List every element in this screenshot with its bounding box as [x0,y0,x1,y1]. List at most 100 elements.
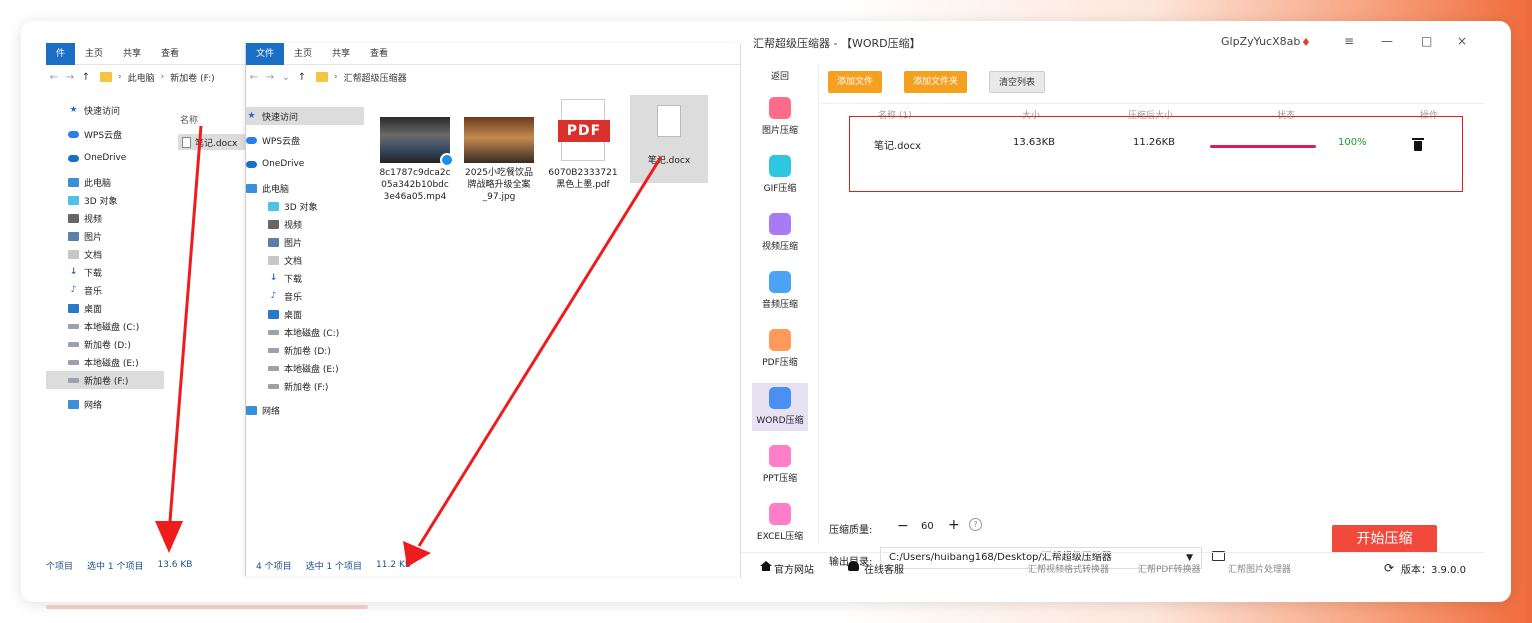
add-file-button[interactable]: 添加文件 [828,71,883,93]
back-button[interactable]: 返回 [741,69,819,82]
navigation-pane: ★ 快速访问 WPS云盘 OneDrive 此电脑 3D 对象 视频 图片 文档 ↓ 下载 ♪ 音乐 桌面… [46,95,164,413]
nav-item[interactable]: ♪ 音乐 [246,287,364,305]
ribbon-tab-home[interactable]: 主页 [75,43,113,65]
nav-item[interactable]: 本地磁盘 (C:) [46,317,164,335]
quality-value[interactable]: 60 [921,521,934,532]
sidebar-item[interactable]: 图片压缩 [752,93,808,141]
nav-item[interactable]: 本地磁盘 (E:) [46,353,164,371]
support-agent-icon[interactable] [848,561,859,571]
ribbon-tab-view[interactable]: 查看 [151,43,189,65]
nav-item[interactable]: 此电脑 [46,173,164,191]
menu-icon[interactable]: ≡ [1344,34,1354,48]
sidebar-item[interactable]: WORD压缩 [752,383,808,431]
nav-item[interactable]: 图片 [46,227,164,245]
minimize-icon[interactable]: — [1381,34,1393,48]
recent-dropdown-icon[interactable]: ⌄ [278,72,294,83]
disk-icon [68,341,79,347]
nav-item-label: 文档 [284,256,303,267]
nav-item[interactable]: 图片 [246,233,364,251]
forward-arrow-icon[interactable]: → [262,72,278,83]
ribbon-tabs: 件 主页 共享 查看 [46,43,251,65]
quality-decrease-button[interactable]: − [897,518,909,534]
ribbon-tab-view[interactable]: 查看 [360,43,398,65]
file-item-video[interactable]: 8c1787c9dca2c 05a342b10bdc 3e46a05.mp4 [376,117,454,203]
nav-item[interactable]: 此电脑 [246,179,364,197]
nav-item[interactable]: OneDrive [246,155,364,173]
nav-item[interactable]: 3D 对象 [246,197,364,215]
back-arrow-icon[interactable]: ← [46,72,62,83]
nav-item[interactable]: OneDrive [46,149,164,167]
explorer-window-right: 文件 主页 共享 查看 ← → ⌄ ↑ › 汇帮超级压缩器 ★ 快速访问 WPS云盘… [245,43,740,576]
ribbon-tab-share[interactable]: 共享 [322,43,360,65]
status-size: 11.2 KB [376,560,412,570]
nav-item[interactable]: 新加卷 (F:) [46,371,164,389]
up-arrow-icon[interactable]: ↑ [294,72,310,83]
sidebar-item[interactable]: GIF压缩 [752,151,808,199]
nav-item[interactable]: 3D 对象 [46,191,164,209]
nav-item[interactable]: 本地磁盘 (C:) [246,323,364,341]
clear-list-button[interactable]: 清空列表 [989,71,1046,93]
forward-arrow-icon[interactable]: → [62,72,78,83]
nav-item[interactable]: 视频 [246,215,364,233]
file-item-selected[interactable]: 笔记.docx [178,134,251,150]
breadcrumb-this-pc[interactable]: 此电脑 [128,71,155,84]
file-item-pdf[interactable]: PDF 6070B2333721 黑色上墨.pdf [544,99,622,191]
up-arrow-icon[interactable]: ↑ [78,72,94,83]
back-arrow-icon[interactable]: ← [246,72,262,83]
quality-increase-button[interactable]: + [948,517,960,533]
breadcrumb-folder[interactable]: 汇帮超级压缩器 [344,71,407,84]
address-bar[interactable]: ← → ⌄ ↑ › 汇帮超级压缩器 [246,65,740,89]
nav-item[interactable]: 网络 [246,401,364,419]
nav-item[interactable]: 新加卷 (D:) [246,341,364,359]
pdf-converter-link[interactable]: 汇帮PDF转换器 [1138,562,1201,575]
nav-item[interactable]: ★ 快速访问 [46,101,164,119]
nav-item[interactable]: 新加卷 (D:) [46,335,164,353]
nav-item[interactable]: 网络 [46,395,164,413]
nav-item[interactable]: 桌面 [246,305,364,323]
nav-item-label: 新加卷 (D:) [284,346,331,357]
nav-item[interactable]: ↓ 下载 [246,269,364,287]
sidebar-item[interactable]: 视频压缩 [752,209,808,257]
maximize-icon[interactable]: □ [1421,34,1432,48]
sidebar-item[interactable]: PDF压缩 [752,325,808,373]
image-processor-link[interactable]: 汇帮图片处理器 [1228,562,1291,575]
nav-item[interactable]: 文档 [246,251,364,269]
ribbon-tab-share[interactable]: 共享 [113,43,151,65]
nav-item[interactable]: 桌面 [46,299,164,317]
nav-item[interactable]: 新加卷 (F:) [246,377,364,395]
nav-item[interactable]: WPS云盘 [46,125,164,143]
file-item-image[interactable]: 2025小吃餐饮品 牌战略升级全案 _97.jpg [460,117,538,203]
nav-item[interactable]: ♪ 音乐 [46,281,164,299]
nav-item[interactable]: WPS云盘 [246,131,364,149]
user-account[interactable]: GlpZyYucX8ab [1221,35,1300,48]
file-item-docx-selected[interactable]: 笔记.docx [630,95,708,183]
nav-item[interactable]: ↓ 下载 [46,263,164,281]
add-folder-button[interactable]: 添加文件夹 [904,71,968,93]
nav-item-label: 3D 对象 [284,202,318,213]
document-icon [68,249,79,259]
refresh-icon[interactable]: ⟳ [1384,561,1394,575]
breadcrumb-drive-f[interactable]: 新加卷 (F:) [170,71,214,84]
sidebar-item[interactable]: EXCEL压缩 [752,499,808,547]
ribbon-tab-home[interactable]: 主页 [284,43,322,65]
nav-item[interactable]: ★ 快速访问 [246,107,364,125]
nav-item-label: 此电脑 [262,184,290,195]
close-icon[interactable]: × [1457,34,1467,48]
column-header-name[interactable]: 名称 [180,113,198,126]
support-link[interactable]: 在线客服 [864,561,904,576]
vip-badge-icon[interactable]: ♦ [1301,36,1311,49]
ribbon-tab-file[interactable]: 件 [46,43,76,65]
nav-item[interactable]: 视频 [46,209,164,227]
sidebar-item[interactable]: PPT压缩 [752,441,808,489]
home-icon[interactable] [760,561,772,571]
start-compress-button[interactable]: 开始压缩 [1332,525,1437,553]
address-bar[interactable]: ← → ↑ › 此电脑 › 新加卷 (F:) [46,65,251,89]
help-icon[interactable]: ? [969,518,982,531]
nav-item[interactable]: 文档 [46,245,164,263]
ribbon-tab-file[interactable]: 文件 [246,43,285,65]
sidebar-item[interactable]: 音频压缩 [752,267,808,315]
video-converter-link[interactable]: 汇帮视频格式转换器 [1028,562,1109,575]
website-link[interactable]: 官方网站 [774,561,814,576]
horizontal-scroll-indicator[interactable] [46,605,368,609]
nav-item[interactable]: 本地磁盘 (E:) [246,359,364,377]
